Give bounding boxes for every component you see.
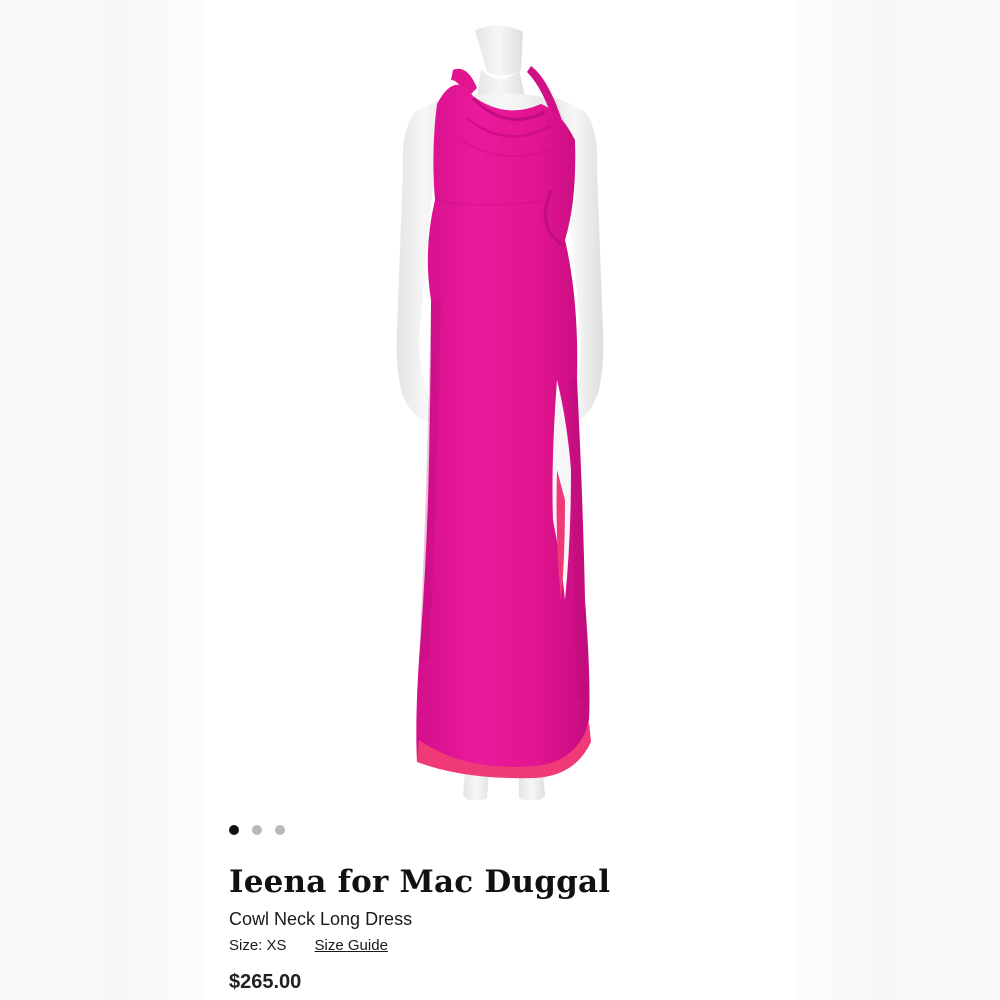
product-image[interactable] <box>205 0 795 800</box>
right-backdrop <box>795 0 1000 1000</box>
image-carousel-dots <box>229 824 285 836</box>
left-backdrop <box>0 0 205 1000</box>
carousel-dot-2[interactable] <box>252 825 262 835</box>
product-info: Ieena for Mac Duggal Cowl Neck Long Dres… <box>229 862 771 994</box>
product-name: Cowl Neck Long Dress <box>229 909 413 929</box>
size-label: Size: XS <box>229 937 287 954</box>
size-guide-link[interactable]: Size Guide <box>315 936 388 956</box>
dress-on-mannequin-illustration <box>396 25 604 800</box>
screenshot-frame: Ieena for Mac Duggal Cowl Neck Long Dres… <box>0 0 1000 1000</box>
size-row: Size: XS Size Guide <box>229 936 771 956</box>
product-detail-panel: Ieena for Mac Duggal Cowl Neck Long Dres… <box>205 0 795 1000</box>
carousel-dot-1[interactable] <box>229 825 239 835</box>
product-price: $265.00 <box>229 971 302 993</box>
product-brand: Ieena for Mac Duggal <box>229 864 611 900</box>
carousel-dot-3[interactable] <box>275 825 285 835</box>
